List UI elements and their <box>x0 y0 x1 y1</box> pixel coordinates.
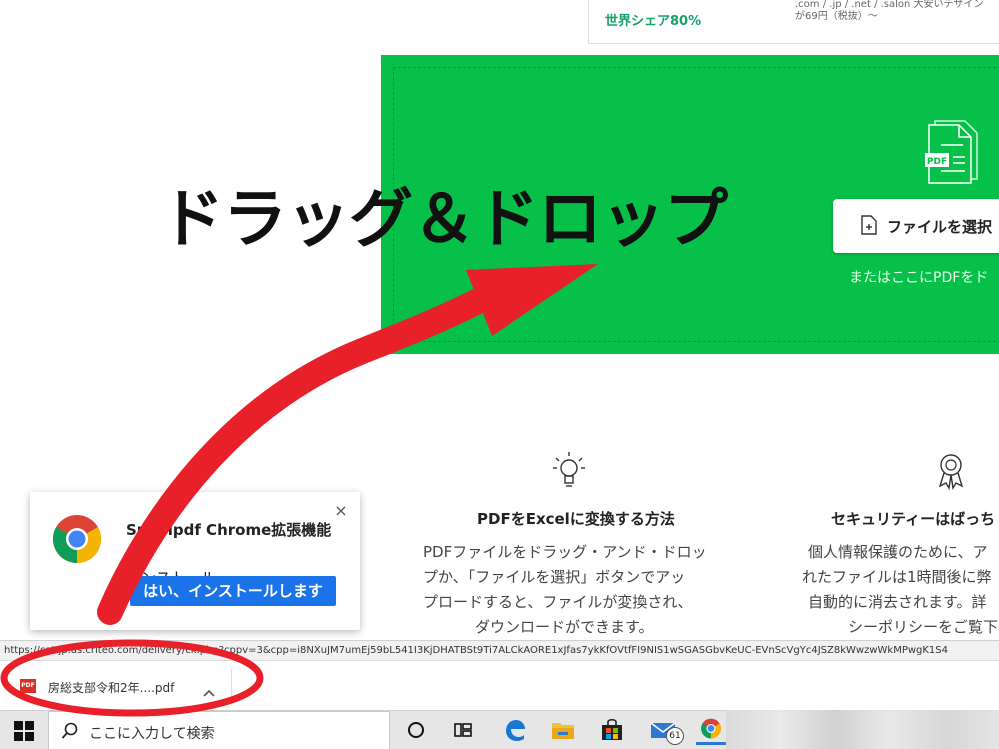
taskbar-search-box[interactable]: ここに入力して検索 <box>48 711 390 749</box>
top-ad-banner[interactable]: 世界シェア80% .com / .jp / .net / .salon 大安いデ… <box>588 0 999 44</box>
ad-price-text: .com / .jp / .net / .salon 大安いデザイン が69円（… <box>795 0 984 23</box>
drag-drop-annotation-title: ドラッグ＆ドロップ <box>160 183 728 257</box>
search-icon <box>61 722 78 739</box>
popup-title-bold: Smallpdf Chrome拡張機能 <box>126 521 332 539</box>
security-title: セキュリティーはばっち <box>831 510 996 528</box>
how-to-convert-body: PDFファイルをドラッグ・アンド・ドロッ プか、「ファイルを選択」ボタンでアッ … <box>423 540 707 640</box>
security-body-line: 個人情報保護のために、ア <box>808 543 988 561</box>
how-to-convert-title: PDFをExcelに変換する方法 <box>477 510 675 528</box>
ad-price-line-2: が69円（税抜）〜 <box>795 11 878 22</box>
security-body-line: シーポリシーをご覧下 <box>848 618 999 636</box>
security-body: 個人情報保護のために、ア れたファイルは1時間後に弊 自動的に消去されます。詳 … <box>802 540 999 640</box>
ad-price-line-1: .com / .jp / .net / .salon 大安いデザイン <box>795 0 984 10</box>
how-body-line: プか、「ファイルを選択」ボタンでアッ <box>423 568 686 586</box>
extension-install-popup: Smallpdf Chrome拡張機能を インストール × はい、インストールし… <box>30 492 360 630</box>
download-file-name: 房総支部令和2年....pdf <box>48 681 175 695</box>
download-shelf: PDF 房総支部令和2年....pdf <box>0 660 999 710</box>
award-badge-icon <box>938 454 964 490</box>
edge-browser-icon[interactable] <box>500 715 530 745</box>
ad-share-text: 世界シェア80% <box>605 14 702 29</box>
chrome-logo-icon <box>52 515 102 563</box>
task-view-icon[interactable] <box>448 715 478 745</box>
windows-start-icon[interactable] <box>14 721 34 741</box>
file-explorer-icon[interactable] <box>548 715 578 745</box>
svg-text:PDF: PDF <box>927 157 947 167</box>
select-file-button[interactable]: ファイルを選択 <box>833 199 999 253</box>
search-placeholder: ここに入力して検索 <box>89 726 215 742</box>
how-body-line: PDFファイルをドラッグ・アンド・ドロッ <box>423 543 707 561</box>
how-body-line: プロードすると、ファイルが変換され、 <box>423 593 693 611</box>
select-file-label: ファイルを選択 <box>887 218 993 236</box>
chrome-taskbar-icon[interactable] <box>696 715 726 745</box>
blurred-taskbar-region <box>726 710 999 749</box>
security-body-line: 自動的に消去されます。詳 <box>808 593 987 611</box>
security-body-line: れたファイルは1時間後に弊 <box>802 568 992 586</box>
mail-unread-badge: 61 <box>666 727 684 745</box>
pdf-file-icon: PDF <box>925 120 978 184</box>
pdf-file-icon: PDF <box>20 679 36 693</box>
how-body-line: ダウンロードができます。 <box>475 618 654 636</box>
close-icon[interactable]: × <box>332 502 350 520</box>
download-item[interactable]: PDF 房総支部令和2年....pdf <box>10 669 232 705</box>
add-file-icon <box>861 215 877 235</box>
cortana-icon[interactable] <box>401 715 431 745</box>
screen: 世界シェア80% .com / .jp / .net / .salon 大安いデ… <box>0 0 999 749</box>
chevron-up-icon[interactable] <box>202 687 216 701</box>
popup-title-rest: を <box>126 545 142 563</box>
drop-hint-text: またはここにPDFをド <box>849 270 989 286</box>
status-bar-url: https://cat.jp.as.criteo.com/delivery/ck… <box>0 640 999 660</box>
microsoft-store-icon[interactable] <box>597 715 627 745</box>
lightbulb-icon <box>553 452 585 487</box>
install-yes-button[interactable]: はい、インストールします <box>130 576 336 606</box>
